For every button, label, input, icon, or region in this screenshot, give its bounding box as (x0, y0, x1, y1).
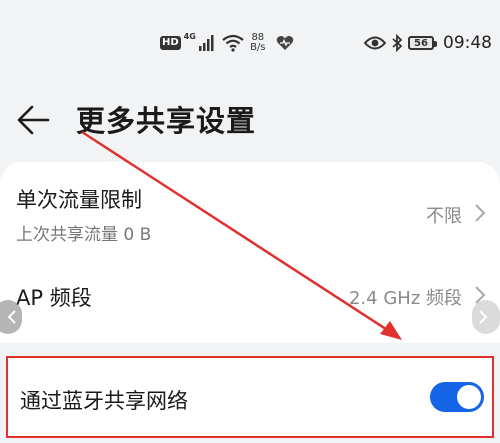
traffic-limit-subtitle: 上次共享流量 0 B (16, 225, 152, 245)
net-speed: 88 B/s (247, 33, 269, 53)
page-header: 更多共享设置 (0, 92, 500, 148)
status-left-icons: HD 4G 88 B/s (160, 30, 294, 56)
battery-icon: 56 (408, 36, 437, 50)
chevron-left-icon (7, 310, 16, 324)
back-arrow-icon[interactable] (16, 102, 52, 138)
battery-level: 56 (414, 37, 428, 49)
eye-icon (364, 36, 386, 50)
network-type: 4G (183, 31, 196, 41)
hd-badge: HD (160, 36, 181, 50)
traffic-limit-row[interactable]: 单次流量限制 上次共享流量 0 B 不限 (0, 162, 500, 252)
status-time: 09:48 (443, 33, 492, 53)
ap-band-row[interactable]: AP 频段 2.4 GHz 频段 (0, 260, 500, 332)
wifi-icon (222, 34, 244, 52)
status-right-icons: 56 09:48 (364, 30, 492, 56)
page-title: 更多共享设置 (76, 104, 257, 138)
traffic-limit-title: 单次流量限制 (16, 188, 142, 212)
toggle-knob (457, 385, 481, 409)
scroll-right-button[interactable] (472, 300, 500, 334)
chevron-right-icon (479, 310, 488, 324)
chevron-right-icon (475, 204, 486, 222)
bluetooth-share-title: 通过蓝牙共享网络 (20, 389, 188, 413)
net-speed-unit: B/s (250, 42, 266, 53)
settings-card: 单次流量限制 上次共享流量 0 B 不限 AP 频段 2.4 GHz 频段 (0, 162, 500, 343)
status-bar: HD 4G 88 B/s 56 09:48 (0, 0, 500, 92)
signal-icon (198, 35, 214, 51)
traffic-limit-value: 不限 (426, 206, 462, 227)
scroll-left-button[interactable] (0, 300, 22, 334)
ap-band-title: AP 频段 (16, 286, 92, 310)
bluetooth-icon (392, 34, 403, 52)
bluetooth-share-row[interactable]: 通过蓝牙共享网络 (6, 356, 494, 438)
ap-band-value: 2.4 GHz 频段 (348, 288, 462, 309)
bluetooth-share-toggle[interactable] (430, 382, 484, 412)
heart-icon (276, 36, 294, 50)
